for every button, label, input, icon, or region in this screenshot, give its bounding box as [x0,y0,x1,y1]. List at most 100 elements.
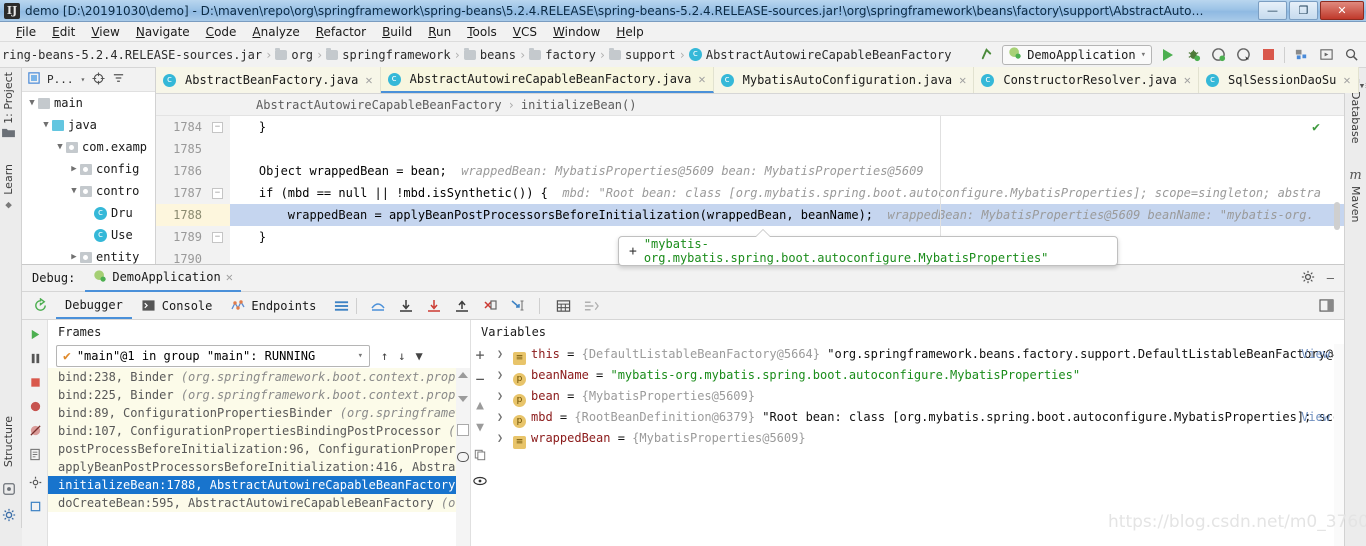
variables-list[interactable]: ❯ ≡ this = {DefaultListableBeanFactory@566… [471,344,1344,449]
variable-row[interactable]: ❯ ≡ this = {DefaultListableBeanFactory@566… [471,344,1344,365]
inspection-status-icon[interactable]: ✔ [1312,120,1320,135]
step-out-icon[interactable] [454,298,470,314]
resume-program-icon[interactable] [27,326,44,343]
profile-icon[interactable] [1234,46,1252,64]
chevron-right-icon[interactable]: ❯ [497,386,503,407]
run-icon[interactable] [1159,46,1177,64]
run-configuration-selector[interactable]: DemoApplication ▾ [1002,44,1152,65]
chevron-right-icon[interactable]: ▶ [68,164,80,174]
maximize-button[interactable]: ❐ [1289,1,1318,20]
chevron-down-icon[interactable]: ▼ [26,98,38,108]
up-arrow-icon[interactable]: ↑ [376,349,393,363]
chevron-down-icon[interactable]: ▼ [54,142,66,152]
tab-endpoints[interactable]: Endpoints [221,292,325,319]
code-fold-icon[interactable]: − [212,232,223,243]
drop-frame-icon[interactable] [482,298,498,314]
down-arrow-icon[interactable]: ↓ [393,349,410,363]
menu-item-code[interactable]: Code [198,23,245,41]
chevron-right-icon[interactable]: ❯ [497,407,503,428]
chevron-down-icon[interactable]: ▾ [358,351,363,361]
code-line[interactable]: wrappedBean = applyBeanPostProcessorsBef… [230,204,1344,226]
minimize-button[interactable]: — [1258,1,1287,20]
tree-item[interactable]: ▼ main [22,92,155,114]
variable-row[interactable]: ❯ p beanName = "mybatis-org.mybatis.spring… [471,365,1344,386]
close-icon[interactable]: ✕ [226,270,233,284]
sidebar-item-project[interactable]: 1: Project [2,72,15,141]
copy-icon[interactable] [473,448,487,462]
variable-row[interactable]: ❯ p mbd = {RootBeanDefinition@6379} "Root … [471,407,1344,428]
code-line[interactable] [230,138,1344,160]
editor-gutter[interactable]: 1784−1785 1786 1787−1788 1789−1790 [156,116,230,264]
scroll-up-arrow-icon[interactable] [458,372,468,378]
menu-item-analyze[interactable]: Analyze [244,23,307,41]
editor-tab[interactable]: c SqlSessionDaoSu ✕ [1199,67,1359,93]
structure-extra-icon[interactable] [2,482,16,496]
view-link[interactable]: View [1301,407,1330,428]
menu-item-run[interactable]: Run [420,23,459,41]
menu-item-tools[interactable]: Tools [459,23,505,41]
copy-icon[interactable] [457,424,469,436]
sidebar-item-learn[interactable]: Learn ◆ [2,164,15,211]
code-fold-icon[interactable]: − [212,122,223,133]
settings-icon[interactable] [27,474,44,491]
scroll-down-arrow-icon[interactable] [458,396,468,402]
frame-row[interactable]: initializeBean:1788, AbstractAutowireCap… [48,476,470,494]
menu-item-build[interactable]: Build [374,23,420,41]
expand-plus-icon[interactable]: + [629,244,637,259]
menu-item-help[interactable]: Help [608,23,651,41]
menu-item-vcs[interactable]: VCS [505,23,545,41]
close-icon[interactable]: ✕ [959,73,966,87]
breadcrumb-item-6[interactable]: c AbstractAutowireCapableBeanFactory [688,48,951,62]
sidebar-item-structure[interactable]: Structure [2,416,15,467]
view-breakpoints-icon[interactable] [27,398,44,415]
tree-item[interactable]: ▼ com.examp [22,136,155,158]
menu-item-navigate[interactable]: Navigate [128,23,198,41]
breadcrumb-item-2[interactable]: springframework [326,47,451,62]
tree-item[interactable]: ▼ contro [22,180,155,202]
tree-item[interactable]: ▼ java [22,114,155,136]
frames-list[interactable]: bind:238, Binder (org.springframework.bo… [48,368,470,512]
gear-icon[interactable] [1301,270,1315,287]
debug-layout-settings-icon[interactable] [1318,298,1334,314]
chevron-right-icon[interactable]: ❯ [497,344,503,365]
watch-icon[interactable] [473,474,487,488]
breadcrumb-item-4[interactable]: factory [529,47,596,62]
project-view-icon[interactable] [28,72,40,87]
step-into-icon[interactable] [398,298,414,314]
breadcrumb-item-3[interactable]: beans [463,47,516,62]
editor-tab[interactable]: c AbstractAutowireCapableBeanFactory.java… [380,67,714,93]
frame-row[interactable]: bind:225, Binder (org.springframework.bo… [48,386,470,404]
chevron-down-icon[interactable]: ▾ [81,75,86,84]
layout-icon[interactable] [333,298,349,314]
frame-row[interactable]: bind:89, ConfigurationPropertiesBinder (… [48,404,470,422]
tab-debugger[interactable]: Debugger [56,292,132,319]
collapse-all-icon[interactable] [112,72,125,88]
pin-tab-icon[interactable] [27,498,44,515]
frames-scrollbar[interactable] [456,368,470,546]
run-with-coverage-icon[interactable] [1209,46,1227,64]
code-line[interactable]: } [230,116,1344,138]
stop-icon[interactable] [1259,46,1277,64]
back-arrow-icon[interactable] [977,46,995,64]
editor-tab[interactable]: c ConstructorResolver.java ✕ [974,67,1199,93]
tab-list-icon[interactable]: ▾≡ [1359,79,1366,92]
pause-program-icon[interactable] [27,350,44,367]
menu-item-refactor[interactable]: Refactor [308,23,374,41]
project-pane-title[interactable]: P... [47,73,74,86]
debugger-value-tooltip[interactable]: + "mybatis-org.mybatis.spring.boot.autoc… [618,236,1118,266]
step-over-icon[interactable] [370,298,386,314]
close-button[interactable]: ✕ [1320,1,1364,20]
frame-row[interactable]: doCreateBean:595, AbstractAutowireCapabl… [48,494,470,512]
minimize-icon[interactable]: — [1327,271,1334,285]
tree-item[interactable]: c Dru [22,202,155,224]
frame-row[interactable]: bind:238, Binder (org.springframework.bo… [48,368,470,386]
filter-icon[interactable]: ▼ [410,349,427,363]
menu-item-view[interactable]: View [83,23,127,41]
close-icon[interactable]: ✕ [365,73,372,87]
menu-item-file[interactable]: File [8,23,44,41]
debug-session-tab[interactable]: DemoApplication ✕ [85,265,241,292]
force-step-into-icon[interactable] [426,298,442,314]
build-project-icon[interactable] [1292,46,1310,64]
close-icon[interactable]: ✕ [1184,73,1191,87]
breadcrumb-item-1[interactable]: org [275,47,313,62]
